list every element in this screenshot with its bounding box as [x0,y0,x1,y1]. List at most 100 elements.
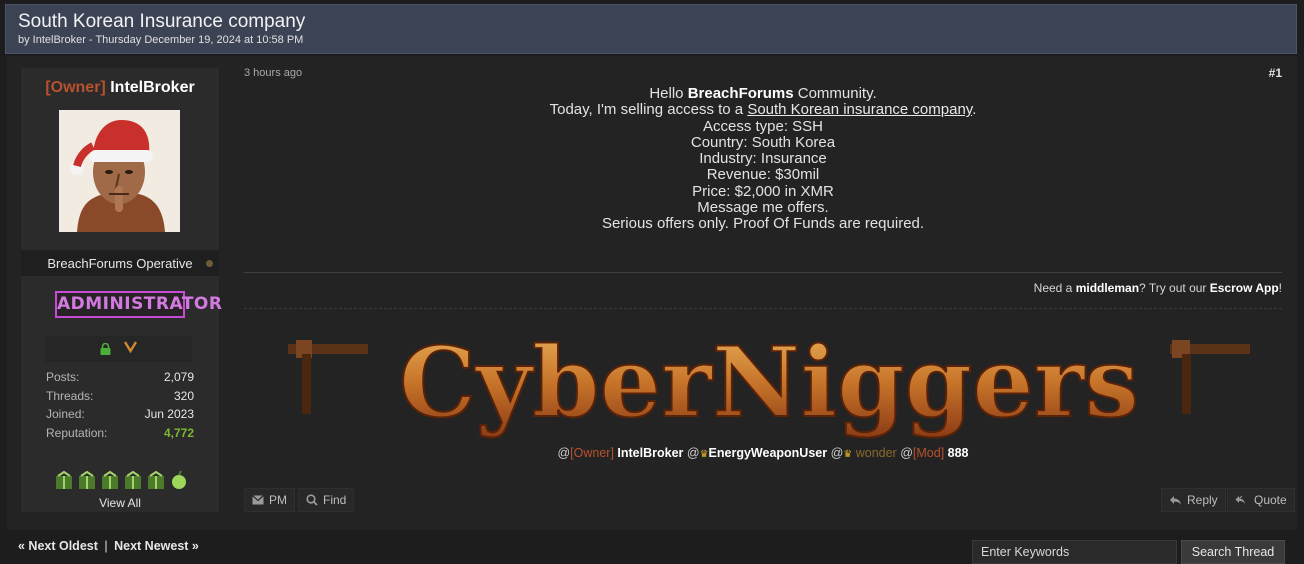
reply-button[interactable]: Reply [1161,488,1226,512]
gun-left-icon [288,340,368,414]
award-row [45,336,192,362]
next-oldest-link[interactable]: « Next Oldest [18,539,98,553]
search-thread-button[interactable]: Search Thread [1181,540,1285,564]
stat-value: 2,079 [163,370,194,384]
crown-icon: ♛ [699,449,709,460]
reply-button-label: Reply [1187,493,1218,507]
message-line: Hello BreachForums Community. [244,85,1282,102]
gift-award-icon[interactable] [100,470,120,490]
view-all-awards-link[interactable]: View All [21,496,219,510]
gift-award-icon[interactable] [123,470,143,490]
thread-footer: « Next Oldest | Next Newest » Search Thr… [0,530,1304,564]
mention-user-link[interactable]: IntelBroker [614,446,683,460]
avatar[interactable] [59,110,180,232]
user-title-text: BreachForums Operative [47,256,193,271]
pm-button-label: PM [269,493,287,507]
thread-nav: « Next Oldest | Next Newest » [18,539,199,553]
message-line: Price: $2,000 in XMR [692,182,834,200]
search-thread-input[interactable] [972,540,1177,564]
rank-chevron-icon [124,340,138,357]
user-stats: Posts: 2,079 Threads: 320 Joined: Jun 20… [46,370,194,444]
find-button-label: Find [323,493,347,507]
signature-divider [244,272,1282,273]
post-body: 3 hours ago #1 Hello BreachForums Commun… [244,56,1295,530]
message-text: Today, I'm selling access to a [549,101,748,119]
gift-award-icon[interactable] [54,470,74,490]
escrow-text: ! [1278,281,1282,295]
mention-user-link[interactable]: wonder [852,446,897,460]
reputation-value[interactable]: 4,772 [164,426,194,445]
mention-user-link[interactable]: 888 [944,446,969,460]
stat-value: Jun 2023 [144,407,194,421]
quote-icon [1235,495,1245,504]
message-text: . [972,101,977,119]
stat-label: Reputation: [46,425,108,440]
reply-icon [1170,495,1181,505]
mention-mod-tag: [Mod] [912,446,945,460]
gift-award-icon[interactable] [146,470,166,490]
mention-at: @ [683,446,700,460]
stat-label: Threads: [46,388,94,403]
quote-button-label: Quote [1254,493,1287,507]
message-line: Access type: SSH [702,117,824,135]
mention-user-link[interactable]: EnergyWeaponUser [709,446,828,460]
thread-meta: by IntelBroker - Thursday December 19, 2… [18,34,304,46]
owner-tag: [Owner] [45,79,106,96]
stat-label: Posts: [46,370,80,384]
post-buttons: PM Find Reply Quote [244,488,1295,514]
signature-dashed-divider [244,308,1282,309]
username[interactable]: [Owner] IntelBroker [21,68,219,108]
find-button[interactable]: Find [298,488,355,512]
group-badge: ADMINISTRATOR [55,291,222,318]
message-text: Hello [649,85,688,102]
thread-header: South Korean Insurance company by IntelB… [5,4,1297,54]
status-dot-icon [206,260,213,267]
post-time: 3 hours ago [244,67,303,79]
next-newest-link[interactable]: Next Newest » [114,539,199,553]
nav-separator: | [104,539,108,553]
pm-button[interactable]: PM [244,488,295,512]
signature-banner: CyberNiggers [284,318,1254,440]
middleman-link[interactable]: middleman [1076,281,1139,295]
quote-button[interactable]: Quote [1227,488,1295,512]
mention-at: @ [557,446,571,460]
mention-at: @ [896,446,913,460]
post-number-link[interactable]: #1 [1269,66,1282,80]
lock-icon [100,342,111,355]
stat-label: Joined: [46,407,85,421]
message-link[interactable]: South Korean insurance company [747,101,972,118]
stat-row-threads: Threads: 320 [46,389,194,408]
crown-icon: ♛ [843,449,853,460]
message-line: Message me offers. [697,199,829,217]
stat-row-posts: Posts: 2,079 [46,370,194,389]
escrow-text: ? Try out our [1139,281,1210,295]
banner-text: CyberNiggers [399,326,1139,439]
post: [Owner] IntelBroker BreachForums Operati… [7,56,1297,530]
message-line: Country: South Korea [690,133,836,151]
username-text: IntelBroker [110,79,195,96]
message-line: Revenue: $30mil [706,166,820,184]
stat-value: 320 [173,388,194,403]
post-message: Hello BreachForums Community. Today, I'm… [244,85,1282,233]
gift-award-icon[interactable] [77,470,97,490]
stat-row-joined: Joined: Jun 2023 [46,407,194,426]
message-line: Today, I'm selling access to a South Kor… [244,102,1282,118]
message-text: Community. [793,85,877,102]
message-line: Industry: Insurance [699,150,827,168]
award-icons [51,470,191,492]
user-panel: [Owner] IntelBroker BreachForums Operati… [21,68,222,512]
signature-mentions: @[Owner] IntelBroker @♛EnergyWeaponUser … [244,446,1282,460]
envelope-icon [252,495,264,505]
gun-right-icon [1170,340,1250,414]
escrow-notice: Need a middleman? Try out our Escrow App… [1034,281,1282,295]
mention-owner-tag: [Owner] [570,446,614,460]
message-bold-text: BreachForums [687,85,794,102]
mention-at: @ [827,446,844,460]
search-icon [306,494,318,506]
message-line: Serious offers only. Proof Of Funds are … [601,215,925,233]
escrow-app-link[interactable]: Escrow App [1210,281,1279,295]
thread-title: South Korean Insurance company [18,11,306,32]
stat-row-reputation: Reputation: 4,772 [46,426,194,445]
apple-award-icon[interactable] [169,470,189,490]
user-title: BreachForums Operative [21,250,219,276]
